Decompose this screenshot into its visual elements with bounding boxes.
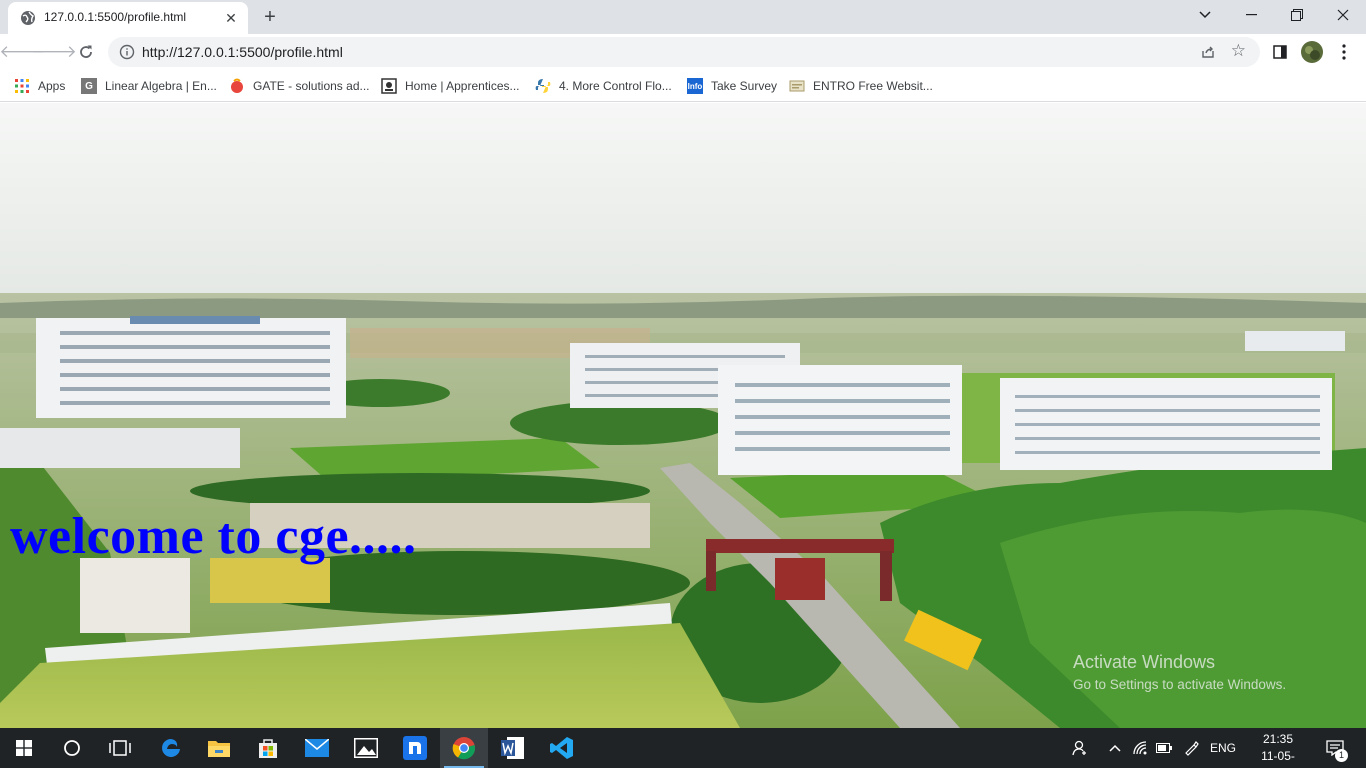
tab-search-icon[interactable]: [1182, 0, 1228, 30]
pen-icon[interactable]: [1180, 728, 1202, 768]
bookmark-apps[interactable]: Apps: [14, 76, 65, 96]
bookmark-label: GATE - solutions ad...: [253, 79, 370, 93]
profile-avatar[interactable]: [1298, 38, 1326, 66]
watermark-subtitle: Go to Settings to activate Windows.: [1073, 677, 1287, 692]
windows-logo-icon: [16, 740, 32, 756]
bookmark-label: ENTRO Free Websit...: [813, 79, 933, 93]
tab-title: 127.0.0.1:5500/profile.html: [44, 10, 187, 24]
bookmark-linear-algebra[interactable]: G Linear Algebra | En...: [81, 76, 217, 96]
new-tab-button[interactable]: +: [258, 6, 282, 28]
browser-tab[interactable]: 127.0.0.1:5500/profile.html ✕: [8, 2, 248, 34]
apps-grid-icon: [14, 78, 30, 94]
browser-toolbar: 🡐 🡒 http://127.0.0.1:5500/profile.html ☆: [0, 34, 1366, 70]
watermark-title: Activate Windows: [1073, 652, 1216, 672]
clock-date: 11-05-2022: [1261, 749, 1295, 768]
menu-dots-icon[interactable]: [1330, 38, 1358, 66]
bookmark-gate[interactable]: GATE - solutions ad...: [229, 76, 370, 96]
word-icon[interactable]: [489, 728, 537, 768]
store-icon[interactable]: [244, 728, 292, 768]
screen: 127.0.0.1:5500/profile.html ✕ + 🡐 🡒 http…: [0, 0, 1366, 768]
close-tab-icon[interactable]: ✕: [222, 9, 240, 27]
bookmark-star-icon[interactable]: ☆: [1231, 42, 1246, 60]
minimize-button[interactable]: [1228, 0, 1274, 30]
windows-taskbar: ENG 21:35 11-05-2022 1: [0, 728, 1366, 768]
chrome-taskbar-icon[interactable]: [440, 728, 488, 768]
side-panel-icon[interactable]: [1266, 38, 1294, 66]
close-window-button[interactable]: [1320, 0, 1366, 30]
search-button[interactable]: [48, 728, 96, 768]
welcome-heading: welcome to cge.....: [10, 508, 417, 565]
share-icon[interactable]: [1200, 44, 1216, 60]
photos-icon[interactable]: [342, 728, 390, 768]
wifi-icon[interactable]: [1130, 728, 1152, 768]
notifications-button[interactable]: 1: [1320, 728, 1350, 768]
task-view-button[interactable]: [96, 728, 144, 768]
restore-button[interactable]: [1274, 0, 1320, 30]
n-app-icon[interactable]: [391, 728, 439, 768]
reload-button[interactable]: [72, 38, 100, 66]
bookmark-label: Home | Apprentices...: [405, 79, 520, 93]
bookmark-label: Linear Algebra | En...: [105, 79, 217, 93]
language-indicator[interactable]: ENG: [1206, 728, 1240, 768]
start-button[interactable]: [0, 728, 48, 768]
entro-logo-icon: [789, 78, 805, 94]
clock[interactable]: 21:35 11-05-2022: [1248, 731, 1308, 768]
campus-background-image: [0, 103, 1366, 728]
bookmark-label: Apps: [38, 79, 66, 93]
edge-taskbar-icon[interactable]: [147, 728, 195, 768]
info-logo-icon: Info: [687, 78, 703, 94]
g-letter-icon: G: [81, 78, 97, 94]
tab-strip: 127.0.0.1:5500/profile.html ✕ +: [0, 0, 1366, 34]
bookmarks-bar: Apps G Linear Algebra | En... GATE - sol…: [0, 70, 1366, 102]
forward-button[interactable]: 🡒: [31, 38, 77, 66]
bookmark-apprentices[interactable]: Home | Apprentices...: [381, 76, 520, 96]
bookmark-take-survey[interactable]: Info Take Survey: [687, 76, 777, 96]
task-view-icon: [109, 740, 131, 756]
bookmark-entro[interactable]: ENTRO Free Websit...: [789, 76, 933, 96]
mail-icon[interactable]: [293, 728, 341, 768]
python-logo-icon: [535, 78, 551, 94]
clock-time: 21:35: [1262, 732, 1294, 746]
bookmark-label: Take Survey: [711, 79, 778, 93]
address-bar[interactable]: http://127.0.0.1:5500/profile.html ☆: [108, 37, 1260, 67]
page-content: welcome to cge..... Activate Windows Go …: [0, 103, 1366, 728]
apprentices-logo-icon: [381, 78, 397, 94]
notification-count-badge: 1: [1335, 749, 1348, 762]
url-text[interactable]: http://127.0.0.1:5500/profile.html: [142, 44, 343, 60]
bookmark-python[interactable]: 4. More Control Flo...: [535, 76, 672, 96]
chevron-up-icon[interactable]: [1104, 728, 1126, 768]
bookmark-label: 4. More Control Flo...: [559, 79, 672, 93]
file-explorer-icon[interactable]: [195, 728, 243, 768]
people-icon[interactable]: [1068, 728, 1092, 768]
info-icon[interactable]: [119, 44, 135, 60]
vscode-icon[interactable]: [538, 728, 586, 768]
activate-windows-watermark: Activate Windows Go to Settings to activ…: [1073, 652, 1286, 692]
search-circle-icon: [64, 740, 80, 756]
gate-logo-icon: [229, 78, 245, 94]
globe-icon: [21, 11, 35, 25]
battery-icon[interactable]: [1153, 728, 1175, 768]
